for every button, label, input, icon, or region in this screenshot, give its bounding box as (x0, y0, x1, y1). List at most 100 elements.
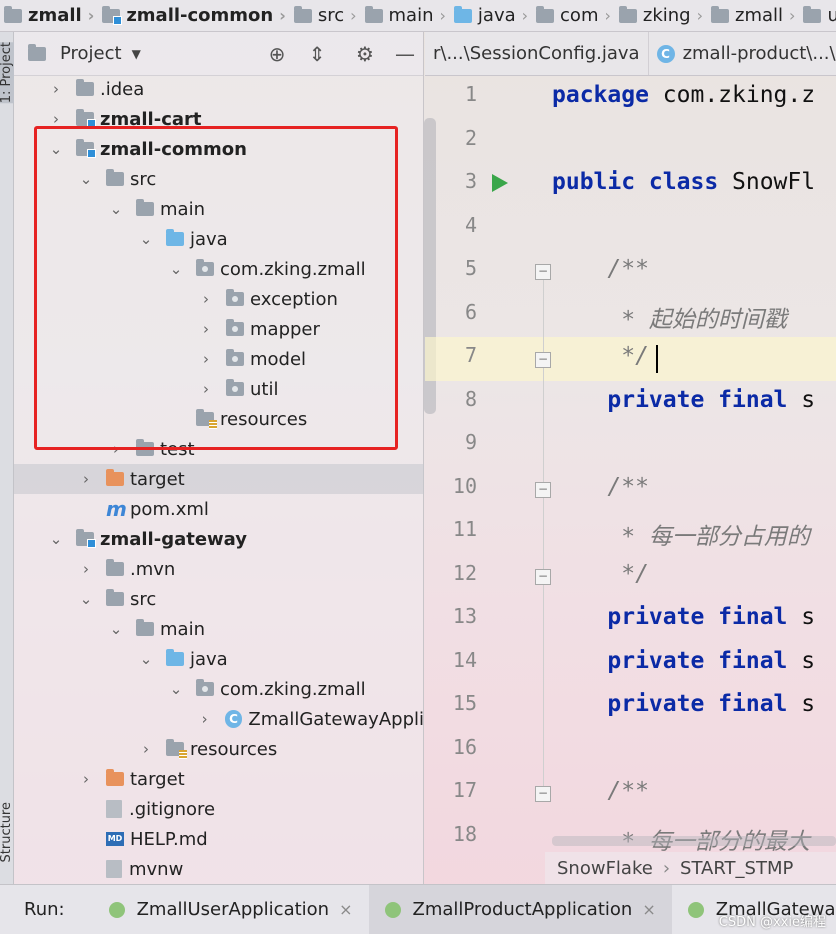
breadcrumb-class[interactable]: SnowFlake (557, 858, 653, 879)
tree-row[interactable]: ⌄ src (14, 584, 424, 614)
tree-row[interactable]: › .idea (14, 74, 424, 104)
tree-row[interactable]: ⌄ java (14, 224, 424, 254)
tree-row[interactable]: ⌄ main (14, 614, 424, 644)
locate-icon[interactable]: ⊕ (264, 42, 290, 66)
breadcrumb-item[interactable]: src › (290, 0, 361, 31)
hide-icon[interactable]: — (392, 42, 418, 66)
chevron-right-icon[interactable]: › (196, 290, 216, 308)
tree-row[interactable]: › target (14, 464, 424, 494)
project-tool-tab[interactable]: 1: Project (0, 42, 14, 104)
chevron-right-icon[interactable]: › (195, 710, 215, 728)
breadcrumb-field[interactable]: START_STMP (680, 858, 793, 879)
tree-row[interactable]: ⌄ main (14, 194, 424, 224)
tree-row[interactable]: ⌄ zmall-gateway (14, 524, 424, 554)
chevron-down-icon[interactable]: ⌄ (46, 140, 66, 158)
tree-row[interactable]: › mapper (14, 314, 424, 344)
gear-icon[interactable]: ⚙ (352, 42, 378, 66)
chevron-down-icon[interactable]: ⌄ (106, 200, 126, 218)
chevron-down-icon[interactable]: ▼ (132, 47, 141, 61)
fold-marker-icon[interactable]: − (535, 786, 551, 802)
tree-row[interactable]: › zmall-cart (14, 104, 424, 134)
markdown-file-icon: MD (106, 832, 124, 846)
tree-row[interactable]: resources (14, 404, 424, 434)
folder-icon (4, 5, 22, 23)
close-icon[interactable]: × (339, 900, 352, 919)
chevron-down-icon[interactable]: ⌄ (166, 260, 186, 278)
chevron-right-icon[interactable]: › (196, 320, 216, 338)
tree-row[interactable]: ⌄ zmall-common (14, 134, 424, 164)
tree-row[interactable]: m pom.xml (14, 494, 424, 524)
breadcrumb-item[interactable]: main › (361, 0, 450, 31)
tree-row[interactable]: MD HELP.md (14, 824, 424, 854)
tree-row[interactable]: ⌄ java (14, 644, 424, 674)
breadcrumb-item[interactable]: util (799, 0, 836, 31)
tree-row[interactable]: ⌄ com.zking.zmall (14, 254, 424, 284)
tree-row[interactable]: › C ZmallGatewayAppli (14, 704, 424, 734)
fold-marker-icon[interactable]: − (535, 352, 551, 368)
line-number: 6 (464, 299, 477, 324)
chevron-right-icon[interactable]: › (46, 80, 66, 98)
breadcrumb-item[interactable]: zmall-common › (98, 0, 290, 31)
chevron-right-icon[interactable]: › (76, 470, 96, 488)
chevron-down-icon[interactable]: ⌄ (46, 530, 66, 548)
editor-breadcrumb: SnowFlake › START_STMP (545, 852, 836, 884)
tree-row[interactable]: › .mvn (14, 554, 424, 584)
editor-horizontal-scrollbar[interactable] (552, 836, 836, 846)
editor-tab[interactable]: Czmall-product\...\ (649, 32, 836, 75)
tree-row[interactable]: ⌄ src (14, 164, 424, 194)
tree-row[interactable]: ⌄ com.zking.zmall (14, 674, 424, 704)
tree-row[interactable]: › util (14, 374, 424, 404)
chevron-right-icon[interactable]: › (46, 110, 66, 128)
tree-row[interactable]: › target (14, 764, 424, 794)
excluded-folder-icon (106, 469, 124, 486)
chevron-right-icon[interactable]: › (196, 350, 216, 368)
close-icon[interactable]: × (642, 900, 655, 919)
structure-tool-tab[interactable]: Structure (0, 802, 14, 862)
chevron-right-icon[interactable]: › (136, 740, 156, 758)
tree-row[interactable]: › exception (14, 284, 424, 314)
chevron-down-icon[interactable]: ⌄ (136, 230, 156, 248)
collapse-all-icon[interactable]: ⇕ (304, 42, 330, 66)
run-tool-bar: Run: ZmallUserApplication × ZmallProductAp… (0, 884, 836, 934)
breadcrumb-item[interactable]: zmall › (707, 0, 799, 31)
fold-marker-icon[interactable]: − (535, 264, 551, 280)
tree-row[interactable]: › model (14, 344, 424, 374)
run-gutter-icon[interactable] (492, 174, 508, 192)
tree-row[interactable]: › resources (14, 734, 424, 764)
chevron-right-icon: › (439, 6, 446, 25)
tree-item-label: util (250, 378, 279, 400)
tree-row[interactable]: › test (14, 434, 424, 464)
chevron-down-icon[interactable]: ⌄ (76, 170, 96, 188)
run-tab[interactable]: ZmallUserApplication × (93, 885, 369, 934)
tree-row[interactable]: .gitignore (14, 794, 424, 824)
line-number: 3 (464, 169, 477, 193)
project-panel-title[interactable]: Project (60, 43, 122, 64)
breadcrumb-item[interactable]: zmall › (0, 0, 98, 31)
chevron-right-icon[interactable]: › (106, 440, 126, 458)
chevron-down-icon[interactable]: ⌄ (136, 650, 156, 668)
code-token: private final (552, 647, 788, 674)
chevron-down-icon[interactable]: ⌄ (76, 590, 96, 608)
tree-item-label: java (190, 648, 228, 670)
chevron-down-icon[interactable]: ⌄ (106, 620, 126, 638)
line-number: 12 (452, 560, 477, 585)
line-number: 14 (452, 647, 477, 672)
fold-marker-icon[interactable]: − (535, 569, 551, 585)
fold-marker-icon[interactable]: − (535, 482, 551, 498)
breadcrumb-item[interactable]: zking › (615, 0, 707, 31)
code-token: /** (552, 256, 649, 282)
module-folder-icon (102, 5, 123, 25)
run-tab[interactable]: ZmallProductApplication × (368, 885, 672, 934)
chevron-right-icon[interactable]: › (76, 770, 96, 788)
code-line: private final s (552, 604, 815, 630)
source-folder-icon (166, 649, 184, 666)
chevron-right-icon[interactable]: › (196, 380, 216, 398)
code-token: com.zking.z (648, 82, 816, 108)
breadcrumb-item[interactable]: com › (532, 0, 615, 31)
breadcrumb-item[interactable]: java › (450, 0, 532, 31)
chevron-down-icon[interactable]: ⌄ (166, 680, 186, 698)
tree-row[interactable]: mvnw (14, 854, 424, 884)
code-area[interactable]: package com.zking.z public class SnowFl /… (552, 76, 836, 851)
chevron-right-icon[interactable]: › (76, 560, 96, 578)
editor-tab[interactable]: r\...\SessionConfig.java (425, 32, 649, 75)
